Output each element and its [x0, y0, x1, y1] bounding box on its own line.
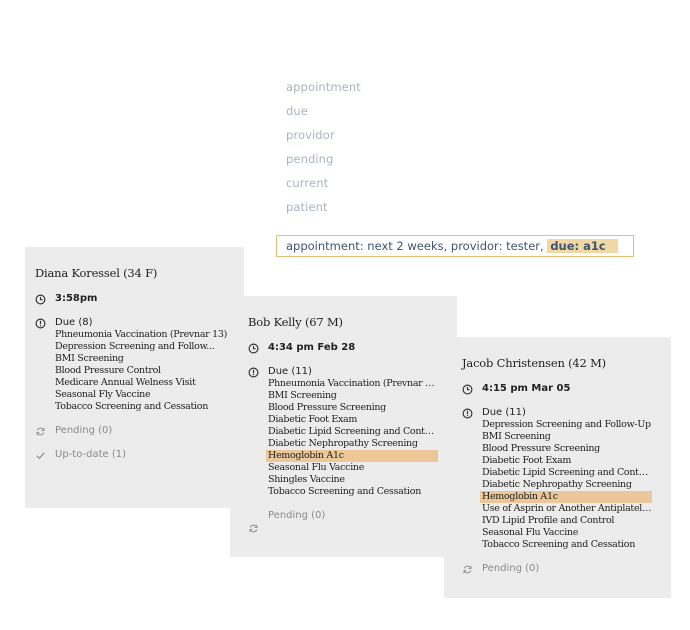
list-item: Seasonal Fly Vaccine [55, 389, 151, 400]
search-input[interactable]: appointment: next 2 weeks, providor: tes… [276, 235, 634, 257]
search-suggestions: appointment due providor pending current… [286, 80, 361, 224]
patient-card-diana[interactable]: Diana Koressel (34 F) 3:58pm Due (8) Phn… [25, 247, 244, 508]
due-count: Due (11) [268, 366, 312, 377]
list-item: Diabetic Nephropathy Screening [268, 438, 418, 449]
refresh-icon [463, 565, 472, 574]
suggestion-patient[interactable]: patient [286, 200, 361, 224]
list-item: Tobacco Screening and Cessation [268, 486, 422, 497]
suggestion-current[interactable]: current [286, 176, 361, 200]
clock-icon [248, 343, 259, 354]
list-item: Depression Screening and Follow-Up [482, 419, 651, 430]
list-item: Seasonal Flu Vaccine [482, 527, 579, 538]
list-item: Diabetic Foot Exam [268, 414, 358, 425]
list-item: Medicare Annual Welness Visit [55, 377, 196, 388]
list-item: Shingles Vaccine [268, 474, 345, 485]
clock-icon [35, 294, 46, 305]
list-item: Blood Pressure Control [55, 365, 161, 376]
list-item-highlighted: Hemoglobin A1c [480, 491, 652, 503]
refresh-icon [249, 524, 258, 533]
list-item: IVD Lipid Profile and Control [482, 515, 615, 526]
list-item: Phneumonia Vaccination (Prevnar 13) [268, 378, 438, 389]
list-item: Phneumonia Vaccination (Prevnar 13) [55, 329, 228, 340]
search-filter-chip[interactable]: due: a1c [547, 239, 618, 253]
patient-card-bob[interactable]: Bob Kelly (67 M) 4:34 pm Feb 28 Due (11)… [230, 296, 457, 557]
patient-card-jacob[interactable]: Jacob Christensen (42 M) 4:15 pm Mar 05 … [444, 337, 671, 598]
suggestion-appointment[interactable]: appointment [286, 80, 361, 104]
pending-count[interactable]: Pending (0) [268, 510, 325, 521]
clock-icon [462, 384, 473, 395]
due-list: Depression Screening and Follow-Up BMI S… [480, 419, 652, 551]
list-item: Blood Pressure Screening [482, 443, 600, 454]
due-count: Due (8) [55, 317, 93, 328]
patient-name: Diana Koressel (34 F) [35, 266, 158, 280]
appointment-time: 4:34 pm Feb 28 [268, 342, 356, 353]
list-item: Blood Pressure Screening [268, 402, 386, 413]
list-item: Diabetic Lipid Screening and Control... [482, 467, 652, 478]
appointment-time: 4:15 pm Mar 05 [482, 383, 571, 394]
alert-icon [248, 367, 259, 378]
appointment-time: 3:58pm [55, 293, 98, 304]
list-item: BMI Screening [55, 353, 124, 364]
suggestion-providor[interactable]: providor [286, 128, 361, 152]
pending-count[interactable]: Pending (0) [55, 425, 112, 436]
refresh-icon [36, 427, 45, 436]
suggestion-pending[interactable]: pending [286, 152, 361, 176]
search-query-text: appointment: next 2 weeks, providor: tes… [286, 239, 548, 253]
list-item-highlighted: Hemoglobin A1c [266, 450, 438, 462]
list-item: Diabetic Foot Exam [482, 455, 572, 466]
list-item: Tobacco Screening and Cessation [482, 539, 636, 550]
patient-name: Bob Kelly (67 M) [248, 315, 343, 329]
pending-count[interactable]: Pending (0) [482, 563, 539, 574]
due-count: Due (11) [482, 407, 526, 418]
list-item: Seasonal Flu Vaccine [268, 462, 365, 473]
check-icon [36, 452, 45, 460]
uptodate-count[interactable]: Up-to-date (1) [55, 449, 126, 460]
due-list: Phneumonia Vaccination (Prevnar 13) BMI … [266, 378, 438, 498]
list-item: BMI Screening [482, 431, 551, 442]
list-item: Tobacco Screening and Cessation [55, 401, 209, 412]
list-item: Depression Screening and Follow... [55, 341, 215, 352]
alert-icon [462, 408, 473, 419]
alert-icon [35, 318, 46, 329]
patient-name: Jacob Christensen (42 M) [462, 356, 606, 370]
due-list: Phneumonia Vaccination (Prevnar 13) Depr… [53, 329, 239, 413]
list-item: Use of Asprin or Another Antiplatelet... [482, 503, 652, 514]
list-item: BMI Screening [268, 390, 337, 401]
list-item: Diabetic Lipid Screening and Control... [268, 426, 438, 437]
suggestion-due[interactable]: due [286, 104, 361, 128]
list-item: Diabetic Nephropathy Screening [482, 479, 632, 490]
